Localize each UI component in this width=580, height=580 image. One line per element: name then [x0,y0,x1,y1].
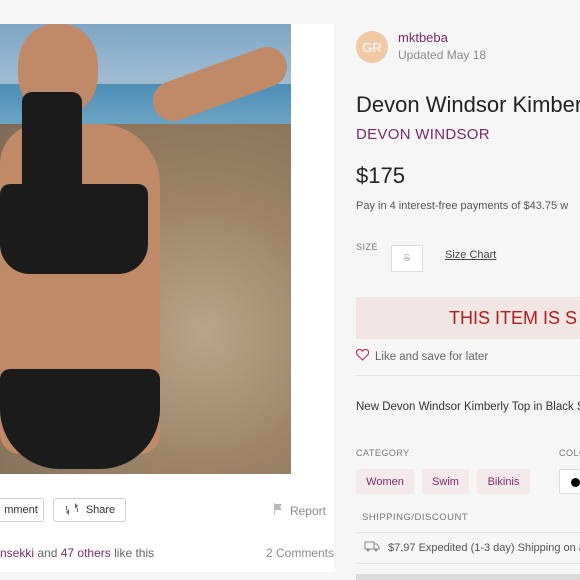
like-save-button[interactable]: Like and save for later [355,348,489,364]
category-label: CATEGORY [356,448,410,458]
shipping-row: $7.97 Expedited (1-3 day) Shipping on a [356,532,580,564]
likes-summary: nsekki and 47 others like this 2 Comment… [0,546,334,560]
shipping-text: $7.97 Expedited (1-3 day) Shipping on a [388,542,580,554]
share-icon [64,502,80,518]
sold-banner-text: THIS ITEM IS S [449,307,578,328]
shipping-label: SHIPPING/DISCOUNT [362,512,469,523]
payment-note: Pay in 4 interest-free payments of $43.7… [356,200,569,212]
listing-description: New Devon Windsor Kimberly Top in Black … [356,401,580,413]
color-swatch[interactable] [559,469,580,494]
avatar[interactable]: GR [356,31,388,63]
price: $175 [356,163,405,188]
color-dot [571,478,580,487]
likes-and: and [37,546,58,560]
report-label: Report [289,503,326,518]
category-tag-bikinis[interactable]: Bikinis [477,469,530,494]
updated-date: Updated May 18 [398,48,487,62]
category-tag-label: Women [366,475,404,488]
action-row: mment Share Report [0,498,334,538]
category-tag-label: Bikinis [487,475,520,488]
share-button[interactable]: Share [53,498,126,522]
likes-suffix: like this [114,546,155,560]
like-save-label: Like and save for later [375,350,489,363]
bottom-bar [356,574,580,580]
report-link[interactable]: Report [273,503,326,518]
color-label: COLO [559,448,580,458]
product-photo[interactable] [0,24,291,474]
likes-others-link[interactable]: 47 others [61,546,111,560]
avatar-initials: GR [362,39,382,55]
category-tag-label: Swim [432,475,459,488]
divider [356,375,580,376]
sold-banner: THIS ITEM IS S [356,297,580,339]
comments-count[interactable]: 2 Comments [266,546,334,560]
size-chart-link[interactable]: Size Chart [445,249,496,261]
brand-link[interactable]: DEVON WINDSOR [356,126,490,143]
flag-icon [273,503,284,518]
image-panel: mment Share Report nsekki and 47 others … [0,24,334,572]
share-label: Share [85,504,116,516]
liker-name[interactable]: nsekki [0,546,34,560]
seller-name[interactable]: mktbeba [398,30,448,45]
comment-button[interactable]: mment [0,498,44,522]
size-option[interactable]: S [391,245,423,272]
truck-icon [364,541,380,555]
category-tag-women[interactable]: Women [356,469,414,494]
size-label: SIZE [356,242,379,252]
listing-title: Devon Windsor Kimberly [356,92,580,117]
heart-icon [355,348,370,364]
comment-label: mment [4,504,38,516]
category-tag-swim[interactable]: Swim [422,469,469,494]
size-value: S [403,253,411,264]
